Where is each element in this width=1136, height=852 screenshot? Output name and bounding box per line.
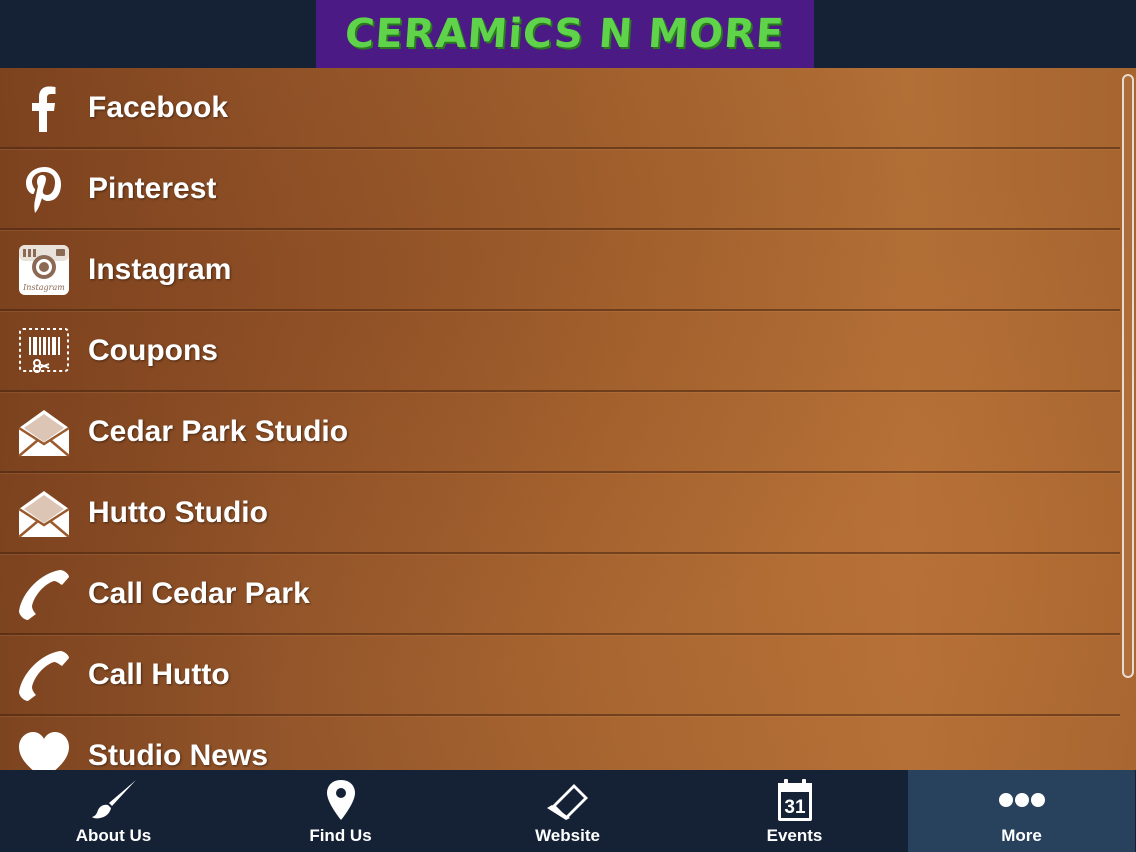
tab-more[interactable]: More [908, 770, 1135, 852]
tab-website[interactable]: Website [454, 770, 681, 852]
menu-item-label: Cedar Park Studio [88, 414, 349, 448]
menu-item-label: Call Hutto [88, 657, 230, 691]
calendar-day: 31 [784, 797, 806, 818]
menu-item-label: Facebook [88, 90, 229, 124]
menu-item-label: Call Cedar Park [88, 576, 310, 610]
phone-icon [16, 647, 72, 703]
tab-label: Events [766, 826, 823, 845]
svg-text:Instagram: Instagram [22, 283, 65, 292]
tab-label: About Us [75, 826, 152, 845]
bottom-tab-bar: About Us Find Us Website 31 Events More [0, 770, 1136, 852]
menu-item-label: Hutto Studio [88, 495, 268, 529]
menu-item-label: Coupons [88, 333, 218, 367]
menu-item-studio-news[interactable]: Studio News [0, 716, 1120, 770]
phone-icon [16, 566, 72, 622]
menu-item-coupons[interactable]: Coupons [0, 311, 1120, 392]
menu-item-instagram[interactable]: Instagram Instagram [0, 230, 1120, 311]
menu-list: Facebook Pinterest Instagram Instagram C… [0, 68, 1120, 770]
tab-about-us[interactable]: About Us [0, 770, 227, 852]
calendar-icon: 31 [775, 776, 815, 824]
tab-events[interactable]: 31 Events [681, 770, 908, 852]
envelope-icon [16, 485, 72, 541]
scrollbar[interactable] [1122, 74, 1134, 678]
app-header: CERAMiCS N MORE [0, 0, 1136, 68]
menu-item-call-hutto[interactable]: Call Hutto [0, 635, 1120, 716]
menu-item-call-cedar-park[interactable]: Call Cedar Park [0, 554, 1120, 635]
paintbrush-icon [90, 776, 138, 824]
instagram-icon: Instagram [16, 242, 72, 298]
tab-find-us[interactable]: Find Us [227, 770, 454, 852]
tab-label: Find Us [309, 826, 372, 845]
heart-icon [16, 728, 72, 770]
menu-item-label: Studio News [88, 738, 269, 771]
coupon-icon [16, 323, 72, 379]
more-dots-icon [998, 776, 1046, 824]
more-menu-panel[interactable]: Facebook Pinterest Instagram Instagram C… [0, 68, 1136, 770]
pinterest-icon [16, 161, 72, 217]
tab-label: Website [535, 826, 600, 845]
facebook-icon [16, 80, 72, 136]
laptop-icon [544, 776, 592, 824]
menu-item-label: Instagram [88, 252, 232, 286]
map-pin-icon [321, 776, 361, 824]
envelope-icon [16, 404, 72, 460]
menu-item-pinterest[interactable]: Pinterest [0, 149, 1120, 230]
logo-banner: CERAMiCS N MORE [316, 0, 814, 68]
menu-item-cedar-park-studio[interactable]: Cedar Park Studio [0, 392, 1120, 473]
logo-text: CERAMiCS N MORE [343, 11, 787, 57]
menu-item-facebook[interactable]: Facebook [0, 68, 1120, 149]
menu-item-hutto-studio[interactable]: Hutto Studio [0, 473, 1120, 554]
menu-item-label: Pinterest [88, 171, 217, 205]
tab-label: More [1001, 826, 1042, 845]
